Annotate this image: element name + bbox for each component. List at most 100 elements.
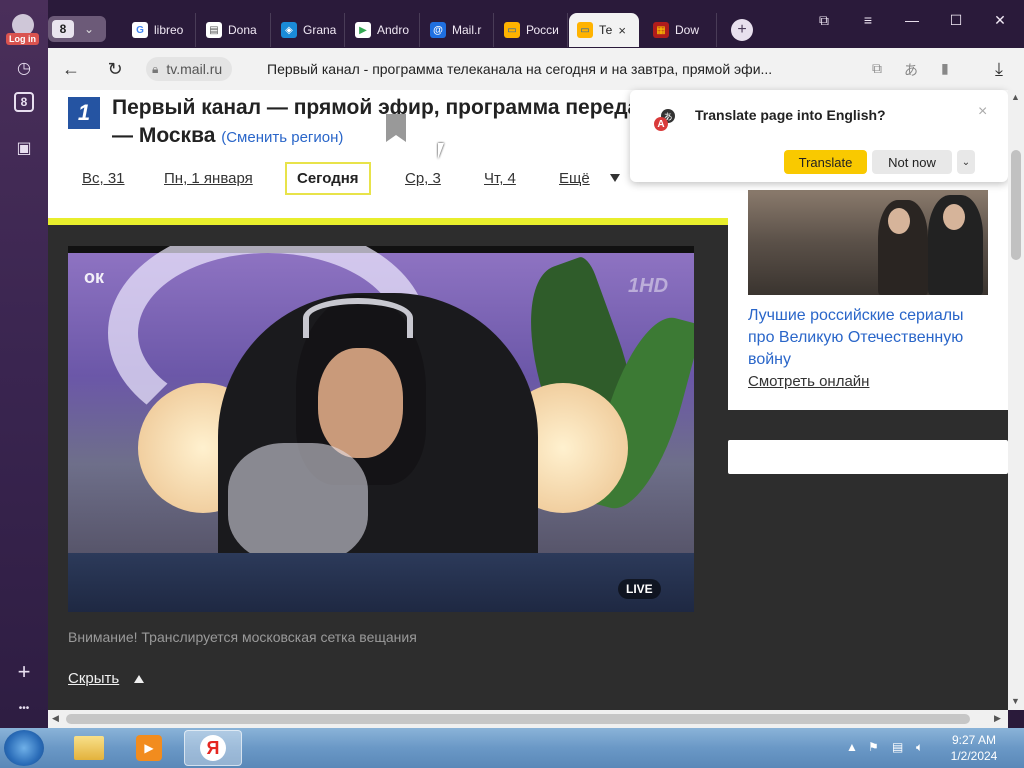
channel-hd-watermark: 1HD [628, 275, 669, 297]
web-page: 1 Первый канал — прямой эфир, программа … [48, 90, 1008, 710]
scroll-thumb[interactable] [1011, 150, 1021, 260]
day-wed-3[interactable]: Ср, 3 [405, 170, 441, 187]
maximize-button[interactable]: ☐ [946, 10, 966, 30]
play-store-icon: ▶ [355, 22, 371, 38]
page-title: Первый канал — прямой эфир, программа пе… [112, 94, 652, 152]
channel-one-logo[interactable]: 1 [68, 97, 100, 129]
watch-online-link[interactable]: Смотреть онлайн [748, 373, 869, 390]
tab-count-badge: 8 [52, 20, 74, 38]
back-icon[interactable]: ← [60, 58, 82, 80]
day-mon-1[interactable]: Пн, 1 января [164, 170, 253, 187]
new-tab-button[interactable]: + [731, 19, 753, 41]
promo-image[interactable] [748, 190, 988, 295]
tab-grana[interactable]: ◈ Grana [273, 13, 345, 47]
clock-date: 1/2/2024 [950, 749, 998, 763]
close-tab-icon[interactable]: × [618, 23, 626, 38]
tab-counter[interactable]: 8 ⌄ [48, 16, 106, 42]
tab-download[interactable]: ▦ Dow [645, 13, 717, 47]
hide-link[interactable]: Скрыть [68, 670, 119, 687]
translate-popup: あ A Translate page into English? × Trans… [630, 90, 1008, 182]
clock-time: 9:27 AM [951, 733, 997, 747]
tab-label: libreo [154, 23, 184, 37]
tab-label: Dona [228, 23, 257, 37]
reload-icon[interactable]: ↻ [104, 58, 126, 80]
promo-title[interactable]: Лучшие российские сериалы про Великую От… [748, 305, 993, 371]
tab-label: Те [599, 23, 613, 37]
volume-muted-icon[interactable]: 🔈︎ [916, 740, 923, 755]
close-window-button[interactable]: ✕ [990, 10, 1010, 30]
chevron-down-icon: ⌄ [84, 22, 95, 36]
file-explorer-icon[interactable] [60, 730, 118, 766]
tab-mail[interactable]: @ Mail.r [422, 13, 494, 47]
address-bar: ← ↻ 🔒︎ tv.mail.ru Первый канал - програм… [48, 48, 1024, 90]
start-button[interactable] [4, 730, 44, 766]
day-today[interactable]: Сегодня [285, 162, 371, 195]
horizontal-scrollbar[interactable]: ◀ ▶ [48, 710, 1008, 728]
browser-sidebar: Log in ◷ 8 ▣ + ••• [0, 0, 48, 728]
scroll-right-arrow[interactable]: ▶ [994, 713, 1001, 724]
download-site-icon: ▦ [653, 22, 669, 38]
page-title-in-address[interactable]: Первый канал - программа телеканала на с… [267, 61, 772, 77]
change-region-link[interactable]: (Сменить регион) [221, 129, 343, 146]
system-clock[interactable]: 9:27 AM 1/2/2024 [940, 732, 1008, 764]
tv-icon: ▭ [504, 22, 520, 38]
tab-label: Grana [303, 23, 337, 37]
day-sun-31[interactable]: Вс, 31 [82, 170, 125, 187]
more-triangle-icon[interactable] [610, 174, 620, 182]
menu-icon[interactable]: ≡ [858, 10, 878, 30]
minimize-button[interactable]: — [902, 10, 922, 30]
face [943, 204, 965, 230]
action-center-icon[interactable]: ⚑ [868, 740, 879, 754]
network-icon[interactable]: ▤ [892, 740, 903, 754]
lock-icon[interactable]: 🔒︎ [152, 62, 158, 77]
yandex-browser-icon[interactable]: Я [184, 730, 242, 766]
day-thu-4[interactable]: Чт, 4 [484, 170, 516, 187]
tab-label: Mail.r [452, 23, 482, 37]
google-icon: G [132, 22, 148, 38]
video-frame: ок 1HD LIVE [68, 246, 694, 612]
tab-label: Andro [377, 23, 410, 37]
translate-button[interactable]: Translate [784, 150, 867, 174]
translate-icon: あ A [654, 109, 675, 131]
tab-tv-active[interactable]: ▭ Те × [569, 13, 639, 47]
history-icon[interactable]: ◷ [8, 52, 40, 84]
reader-mode-icon[interactable]: ⧉ [872, 60, 882, 77]
url-domain: tv.mail.ru [166, 61, 223, 77]
scroll-left-arrow[interactable]: ◀ [52, 713, 59, 724]
not-now-button[interactable]: Not now [872, 150, 952, 174]
page-title-line1: Первый канал — прямой эфир, программа пе… [112, 96, 640, 119]
translate-icon[interactable]: あ [904, 60, 918, 80]
taskbar: ▶ Я ▲ ⚑ ▤ 🔈︎ 9:27 AM 1/2/2024 [0, 728, 1024, 768]
show-hidden-icons[interactable]: ▲ [846, 740, 858, 754]
login-badge[interactable]: Log in [6, 33, 39, 45]
vertical-scrollbar[interactable]: ▲ ▼ [1008, 90, 1024, 710]
url-field[interactable]: 🔒︎ tv.mail.ru [146, 57, 233, 81]
bookmarks-icon[interactable]: ⧉ [814, 10, 834, 30]
tab-rossiya[interactable]: ▭ Росси [496, 13, 568, 47]
day-more[interactable]: Ещё [559, 170, 590, 187]
close-icon[interactable]: × [978, 103, 987, 121]
media-player-icon[interactable]: ▶ [120, 730, 178, 766]
scroll-up-arrow[interactable]: ▲ [1011, 92, 1020, 102]
day-navigation: Вс, 31 Пн, 1 января Сегодня Ср, 3 Чт, 4 … [48, 162, 728, 198]
camera-icon[interactable]: ▣ [8, 132, 40, 164]
sidebar-footer [0, 710, 48, 728]
tulle-fabric [228, 443, 368, 563]
tab-android[interactable]: ▶ Andro [347, 13, 420, 47]
empty-ad-slot [728, 440, 1008, 474]
eight-icon[interactable]: 8 [14, 92, 34, 112]
accent-divider [48, 218, 728, 225]
tab-label: Dow [675, 23, 700, 37]
scroll-down-arrow[interactable]: ▼ [1011, 696, 1020, 706]
live-video-player[interactable]: ок 1HD LIVE [68, 246, 694, 612]
scroll-thumb[interactable] [66, 714, 970, 724]
tab-dona[interactable]: ▤ Dona [198, 13, 271, 47]
bookmark-icon[interactable]: ▮ [941, 60, 949, 77]
face [888, 208, 910, 234]
collapse-triangle-icon[interactable] [134, 675, 144, 683]
download-icon[interactable]: ⤓ [988, 58, 1010, 80]
add-panel-icon[interactable]: + [8, 656, 40, 688]
live-badge: LIVE [618, 579, 661, 599]
translate-options-chevron-icon[interactable]: ⌄ [957, 150, 975, 174]
tab-libreoffice[interactable]: G libreo [124, 13, 196, 47]
